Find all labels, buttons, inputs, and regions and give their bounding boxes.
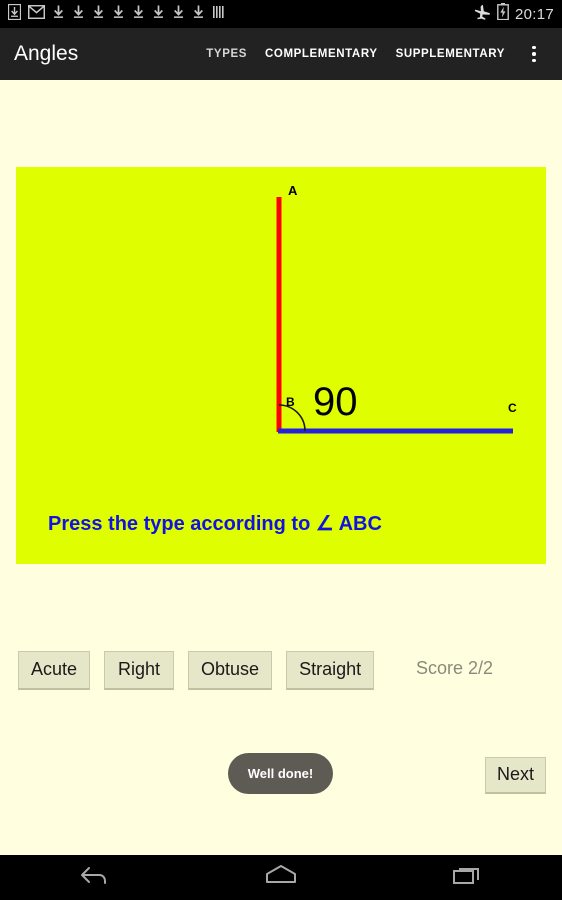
- nav-recents-icon: [452, 864, 484, 891]
- status-bar-notification-icons: [7, 3, 225, 25]
- nav-back-icon: [78, 864, 110, 891]
- action-bar: Angles TYPES COMPLEMENTARY SUPPLEMENTARY: [0, 28, 562, 80]
- vertex-b-label: B: [286, 395, 295, 409]
- download-boxed-icon: [7, 3, 22, 25]
- nav-back-button[interactable]: [54, 855, 134, 900]
- gmail-icon: [27, 4, 46, 24]
- status-bar-clock: 20:17: [514, 5, 554, 23]
- angle-diagram-canvas: A B C 90 Press the type according to ∠ A…: [16, 167, 546, 564]
- tab-supplementary[interactable]: SUPPLEMENTARY: [387, 48, 514, 60]
- download-icon: [92, 4, 105, 25]
- overflow-dot: [532, 58, 536, 63]
- feedback-toast: Well done!: [228, 753, 333, 794]
- nav-home-icon: [264, 864, 298, 891]
- status-bar-system-icons: 20:17: [474, 3, 554, 25]
- answer-straight[interactable]: Straight: [286, 651, 375, 690]
- android-navigation-bar: [0, 855, 562, 900]
- angle-diagram-svg: A B C 90 Press the type according to ∠ A…: [48, 183, 517, 535]
- download-icon: [52, 4, 65, 25]
- download-icon: [112, 4, 125, 25]
- answer-obtuse[interactable]: Obtuse: [188, 651, 273, 690]
- overflow-dot: [532, 45, 536, 50]
- more-notifications-icon: [212, 5, 225, 24]
- airplane-mode-icon: [474, 4, 491, 25]
- download-icon: [152, 4, 165, 25]
- overflow-menu-icon[interactable]: [520, 34, 548, 74]
- status-bar: 20:17: [0, 0, 562, 28]
- action-bar-menu: TYPES COMPLEMENTARY SUPPLEMENTARY: [197, 34, 548, 74]
- overflow-dot: [532, 52, 536, 56]
- answer-right[interactable]: Right: [104, 651, 175, 690]
- download-icon: [172, 4, 185, 25]
- answer-acute[interactable]: Acute: [18, 651, 91, 690]
- nav-recents-button[interactable]: [428, 855, 508, 900]
- download-icon: [192, 4, 205, 25]
- main-content: A B C 90 Press the type according to ∠ A…: [0, 80, 562, 855]
- score-label: Score 2/2: [416, 658, 494, 678]
- app-title: Angles: [14, 42, 79, 65]
- tab-complementary[interactable]: COMPLEMENTARY: [256, 48, 387, 60]
- feedback-toast-message: Well done!: [247, 766, 314, 781]
- angle-measure-value: 90: [313, 380, 358, 424]
- download-icon: [72, 4, 85, 25]
- download-icon: [132, 4, 145, 25]
- nav-home-button[interactable]: [241, 855, 321, 900]
- battery-charging-icon: [497, 3, 509, 25]
- point-a-label: A: [288, 183, 298, 198]
- next-button[interactable]: Next: [485, 757, 547, 794]
- answer-buttons-row: Acute Right Obtuse Straight: [18, 651, 375, 690]
- point-c-label: C: [508, 401, 517, 415]
- tab-types[interactable]: TYPES: [197, 48, 256, 60]
- instruction-text: Press the type according to ∠ ABC: [48, 513, 382, 535]
